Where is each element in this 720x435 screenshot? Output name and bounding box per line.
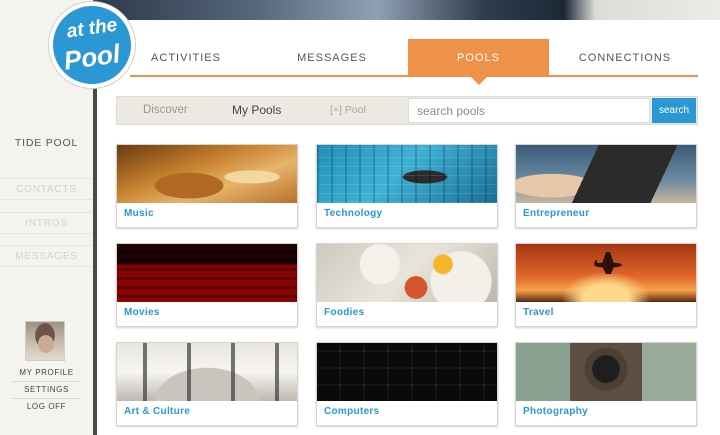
travel-image	[516, 244, 696, 302]
pool-card-art-culture[interactable]: Art & Culture	[116, 342, 298, 426]
sidebar-item-contacts[interactable]: CONTACTS	[0, 178, 93, 200]
subnav-my-pools[interactable]: My Pools	[232, 97, 281, 124]
my-profile-link[interactable]: MY PROFILE	[0, 366, 93, 380]
pool-card-foodies[interactable]: Foodies	[316, 243, 498, 327]
pool-card-label: Entrepreneur	[523, 208, 590, 219]
pool-card-label: Music	[124, 208, 154, 219]
subnav-add-pool[interactable]: [+] Pool	[330, 97, 366, 124]
divider	[12, 398, 80, 399]
pool-card-music[interactable]: Music	[116, 144, 298, 228]
pool-card-label: Photography	[523, 406, 588, 417]
technology-image	[317, 145, 497, 203]
active-tab-pointer	[471, 77, 487, 85]
sidebar-item-messages[interactable]: MESSAGES	[0, 245, 93, 267]
pool-card-label: Foodies	[324, 307, 365, 318]
sidebar-item-intros[interactable]: INTROS	[0, 212, 93, 234]
tab-connections[interactable]: CONNECTIONS	[560, 39, 690, 77]
search-button[interactable]: search	[652, 98, 696, 123]
at-the-pool-logo[interactable]: at the Pool	[49, 2, 135, 88]
tab-pools[interactable]: POOLS	[408, 39, 549, 77]
header-banner-image	[97, 0, 720, 20]
pool-card-entrepreneur[interactable]: Entrepreneur	[515, 144, 697, 228]
photography-image	[516, 343, 696, 401]
pool-card-label: Technology	[324, 208, 383, 219]
subnav-discover[interactable]: Discover	[143, 97, 188, 124]
entrepreneur-image	[516, 145, 696, 203]
pool-card-label: Movies	[124, 307, 160, 318]
pool-card-photography[interactable]: Photography	[515, 342, 697, 426]
main-tabs: ACTIVITIES MESSAGES POOLS CONNECTIONS	[130, 39, 698, 77]
sidebar-item-tide-pool[interactable]: TIDE POOL	[0, 133, 93, 153]
divider	[12, 381, 80, 382]
music-image	[117, 145, 297, 203]
settings-link[interactable]: SETTINGS	[0, 383, 93, 397]
search-input[interactable]	[408, 98, 650, 123]
pool-card-movies[interactable]: Movies	[116, 243, 298, 327]
pool-card-travel[interactable]: Travel	[515, 243, 697, 327]
airplane-icon	[594, 252, 622, 274]
pool-card-label: Travel	[523, 307, 554, 318]
tab-messages[interactable]: MESSAGES	[270, 39, 394, 77]
movies-image	[117, 244, 297, 302]
computers-image	[317, 343, 497, 401]
pool-card-label: Computers	[324, 406, 380, 417]
pool-card-computers[interactable]: Computers	[316, 342, 498, 426]
avatar[interactable]	[25, 321, 65, 361]
art-culture-image	[117, 343, 297, 401]
log-off-link[interactable]: LOG OFF	[0, 400, 93, 414]
foodies-image	[317, 244, 497, 302]
tab-activities[interactable]: ACTIVITIES	[130, 39, 242, 77]
pool-card-technology[interactable]: Technology	[316, 144, 498, 228]
pool-card-label: Art & Culture	[124, 406, 191, 417]
